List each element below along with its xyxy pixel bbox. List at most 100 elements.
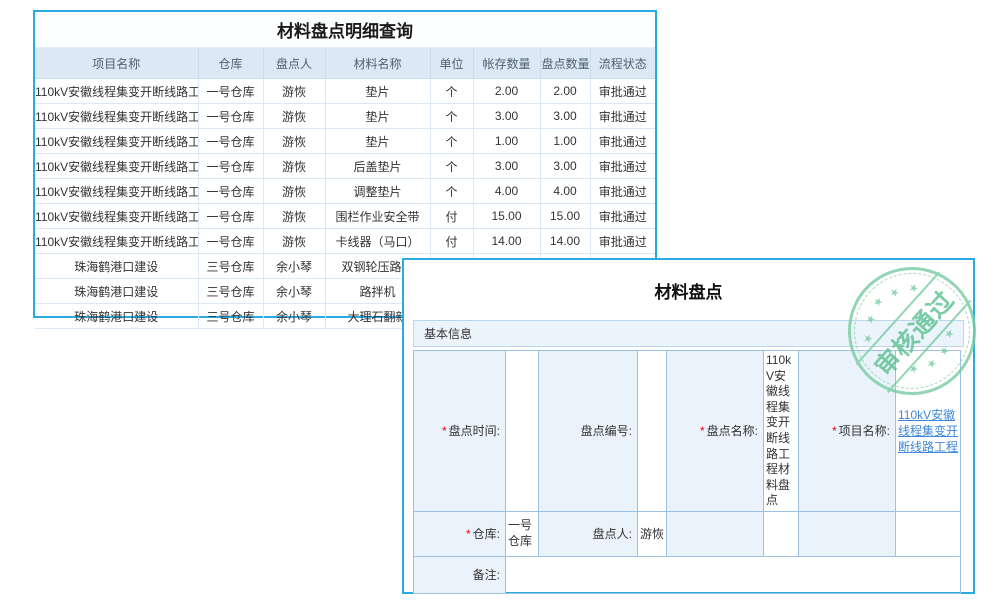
warehouse-cell[interactable]: 一号仓库 — [198, 229, 263, 254]
project-link[interactable]: 110kV安徽线程集变开断线路工程 — [35, 229, 198, 254]
column-header-unit: 单位 — [430, 48, 473, 79]
unit-cell: 付 — [430, 204, 473, 229]
column-header-status: 流程状态 — [590, 48, 655, 79]
unit-cell: 个 — [430, 154, 473, 179]
check-time-field[interactable] — [506, 351, 539, 512]
remark-label: 备注: — [414, 556, 506, 593]
count-qty-cell: 4.00 — [540, 179, 590, 204]
column-header-project: 项目名称 — [35, 48, 198, 79]
project-name-field: 110kV安徽线程集变开断线路工程 — [896, 351, 961, 512]
check-name-field: 110kV安徽线程集变开断线路工程材料盘点 — [764, 351, 799, 512]
project-link[interactable]: 110kV安徽线程集变开断线路工程 — [35, 204, 198, 229]
count-qty-cell: 3.00 — [540, 104, 590, 129]
unit-cell: 个 — [430, 129, 473, 154]
project-link[interactable]: 110kV安徽线程集变开断线路工程 — [35, 154, 198, 179]
status-badge: 审批通过 — [590, 104, 655, 129]
column-header-checker: 盘点人 — [263, 48, 325, 79]
checker-cell[interactable]: 游恢 — [263, 129, 325, 154]
checker-cell[interactable]: 游恢 — [263, 229, 325, 254]
table-row: 110kV安徽线程集变开断线路工程 一号仓库 游恢 垫片 个 1.00 1.00… — [35, 129, 655, 154]
book-qty-cell: 14.00 — [473, 229, 540, 254]
table-row: 110kV安徽线程集变开断线路工程 一号仓库 游恢 围栏作业安全带 付 15.0… — [35, 204, 655, 229]
empty-value-cell — [764, 511, 799, 556]
checker-cell[interactable]: 游恢 — [263, 104, 325, 129]
material-link[interactable]: 后盖垫片 — [325, 154, 430, 179]
check-no-field[interactable] — [638, 351, 667, 512]
remark-field[interactable] — [506, 556, 961, 593]
column-header-count-qty: 盘点数量 — [540, 48, 590, 79]
material-link[interactable]: 围栏作业安全带 — [325, 204, 430, 229]
section-header-basic-info: 基本信息 — [413, 320, 964, 347]
required-asterisk: * — [832, 424, 837, 438]
project-name-label: *项目名称: — [799, 351, 896, 512]
count-qty-cell: 15.00 — [540, 204, 590, 229]
project-link[interactable]: 110kV安徽线程集变开断线路工程 — [35, 179, 198, 204]
status-badge: 审批通过 — [590, 229, 655, 254]
detail-form-table: *盘点时间: 盘点编号: *盘点名称: 110kV安徽线程集变开断线路工程材料盘… — [413, 350, 961, 594]
book-qty-cell: 3.00 — [473, 104, 540, 129]
check-time-label: *盘点时间: — [414, 351, 506, 512]
warehouse-cell[interactable]: 一号仓库 — [198, 104, 263, 129]
warehouse-cell[interactable]: 三号仓库 — [198, 304, 263, 329]
checker-cell[interactable]: 游恢 — [263, 204, 325, 229]
status-badge: 审批通过 — [590, 79, 655, 104]
warehouse-cell[interactable]: 一号仓库 — [198, 79, 263, 104]
project-link[interactable]: 110kV安徽线程集变开断线路工程 — [35, 129, 198, 154]
table-row: 110kV安徽线程集变开断线路工程 一号仓库 游恢 后盖垫片 个 3.00 3.… — [35, 154, 655, 179]
count-qty-cell: 2.00 — [540, 79, 590, 104]
detail-panel: 材料盘点 基本信息 *盘点时间: 盘点编号: *盘点名称: 110kV安徽线程集… — [402, 258, 975, 594]
unit-cell: 个 — [430, 79, 473, 104]
checker-cell[interactable]: 游恢 — [263, 154, 325, 179]
status-badge: 审批通过 — [590, 154, 655, 179]
checker-cell[interactable]: 游恢 — [263, 79, 325, 104]
book-qty-cell: 2.00 — [473, 79, 540, 104]
checker-cell[interactable]: 游恢 — [263, 179, 325, 204]
status-badge: 审批通过 — [590, 179, 655, 204]
required-asterisk: * — [466, 527, 471, 541]
table-row: 110kV安徽线程集变开断线路工程 一号仓库 游恢 垫片 个 3.00 3.00… — [35, 104, 655, 129]
form-row-3: 备注: — [414, 556, 961, 593]
table-row: 110kV安徽线程集变开断线路工程 一号仓库 游恢 卡线器（马口） 付 14.0… — [35, 229, 655, 254]
table-row: 110kV安徽线程集变开断线路工程 一号仓库 游恢 调整垫片 个 4.00 4.… — [35, 179, 655, 204]
project-link[interactable]: 珠海鹤港口建设 — [35, 254, 198, 279]
status-badge: 审批通过 — [590, 129, 655, 154]
unit-cell: 个 — [430, 104, 473, 129]
project-name-link[interactable]: 110kV安徽线程集变开断线路工程 — [898, 408, 958, 454]
detail-panel-title: 材料盘点 — [404, 260, 973, 320]
count-qty-cell: 14.00 — [540, 229, 590, 254]
checker-cell[interactable]: 余小琴 — [263, 304, 325, 329]
material-link[interactable]: 垫片 — [325, 79, 430, 104]
material-link[interactable]: 调整垫片 — [325, 179, 430, 204]
warehouse-cell[interactable]: 一号仓库 — [198, 154, 263, 179]
warehouse-field: 一号仓库 — [506, 511, 539, 556]
query-panel-title: 材料盘点明细查询 — [35, 12, 655, 48]
material-link[interactable]: 垫片 — [325, 104, 430, 129]
form-row-1: *盘点时间: 盘点编号: *盘点名称: 110kV安徽线程集变开断线路工程材料盘… — [414, 351, 961, 512]
material-link[interactable]: 卡线器（马口） — [325, 229, 430, 254]
status-badge: 审批通过 — [590, 204, 655, 229]
project-link[interactable]: 110kV安徽线程集变开断线路工程 — [35, 104, 198, 129]
warehouse-label: *仓库: — [414, 511, 506, 556]
checker-cell[interactable]: 余小琴 — [263, 279, 325, 304]
project-link[interactable]: 珠海鹤港口建设 — [35, 304, 198, 329]
table-row: 110kV安徽线程集变开断线路工程 一号仓库 游恢 垫片 个 2.00 2.00… — [35, 79, 655, 104]
checker-label: 盘点人: — [539, 511, 638, 556]
book-qty-cell: 3.00 — [473, 154, 540, 179]
checker-cell[interactable]: 余小琴 — [263, 254, 325, 279]
unit-cell: 个 — [430, 179, 473, 204]
material-link[interactable]: 垫片 — [325, 129, 430, 154]
project-link[interactable]: 珠海鹤港口建设 — [35, 279, 198, 304]
check-no-label: 盘点编号: — [539, 351, 638, 512]
query-table-header-row: 项目名称 仓库 盘点人 材料名称 单位 帐存数量 盘点数量 流程状态 — [35, 48, 655, 79]
warehouse-cell[interactable]: 三号仓库 — [198, 254, 263, 279]
form-row-2: *仓库: 一号仓库 盘点人: 游恢 — [414, 511, 961, 556]
project-link[interactable]: 110kV安徽线程集变开断线路工程 — [35, 79, 198, 104]
warehouse-cell[interactable]: 一号仓库 — [198, 179, 263, 204]
count-qty-cell: 3.00 — [540, 154, 590, 179]
warehouse-cell[interactable]: 一号仓库 — [198, 204, 263, 229]
book-qty-cell: 15.00 — [473, 204, 540, 229]
column-header-warehouse: 仓库 — [198, 48, 263, 79]
empty-label-cell — [799, 511, 896, 556]
warehouse-cell[interactable]: 一号仓库 — [198, 129, 263, 154]
warehouse-cell[interactable]: 三号仓库 — [198, 279, 263, 304]
